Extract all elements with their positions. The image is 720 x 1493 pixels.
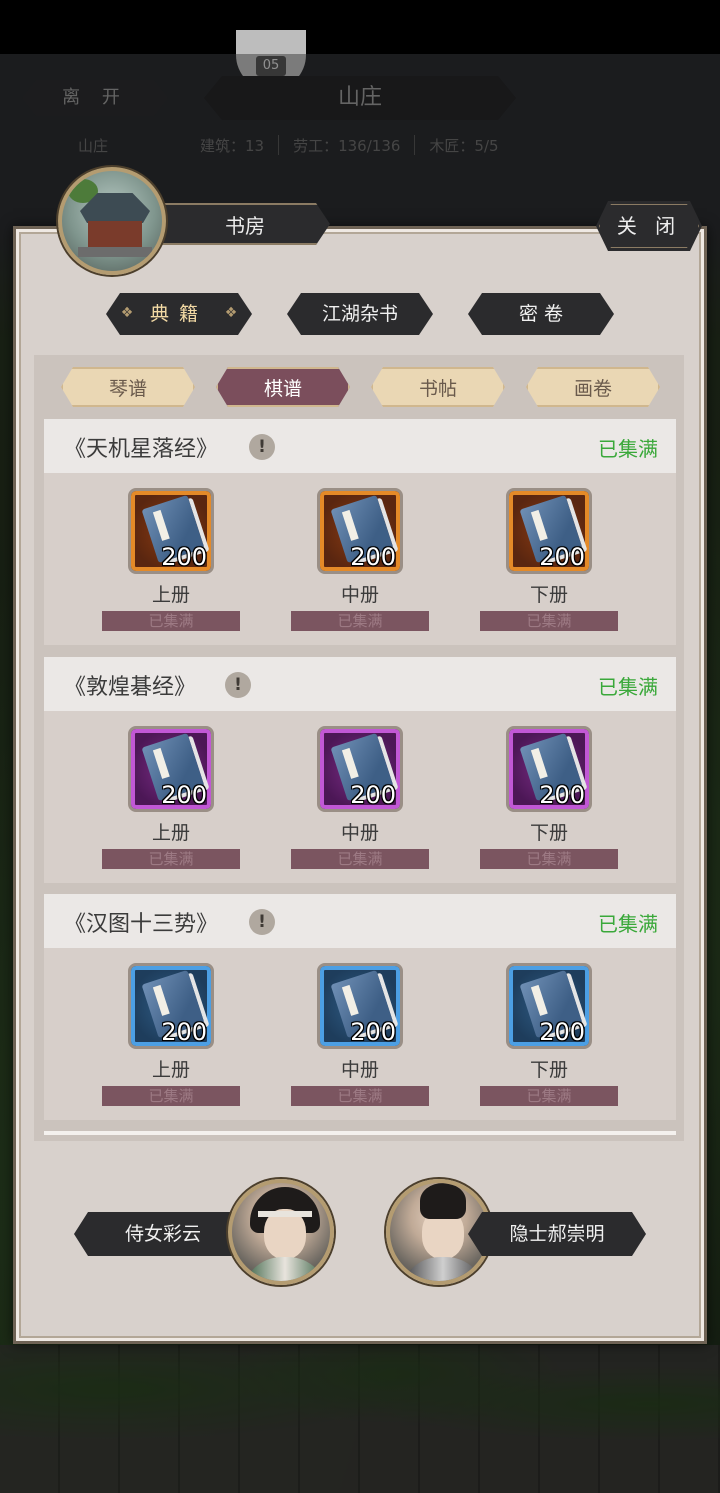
item-count: 200 — [161, 543, 207, 571]
volume-item[interactable]: 200 上册 已集满 — [102, 488, 240, 633]
book-icon: 200 — [506, 963, 592, 1049]
subtab-calligraphy[interactable]: 书帖 — [371, 367, 505, 407]
item-count: 200 — [539, 781, 585, 809]
volume-item[interactable]: 200 下册 已集满 — [480, 963, 618, 1108]
book-name: 《敦煌碁经》 — [64, 675, 197, 700]
book-name: 《汉图十三势》 — [64, 912, 219, 937]
tab-classics[interactable]: ❖ 典籍 ❖ — [106, 293, 252, 335]
volume-item[interactable]: 200 上册 已集满 — [102, 963, 240, 1108]
info-icon[interactable]: ! — [249, 909, 275, 935]
item-count: 200 — [350, 543, 396, 571]
volume-state: 已集满 — [480, 611, 618, 631]
volume-state: 已集满 — [291, 611, 429, 631]
volume-state: 已集满 — [102, 1086, 240, 1106]
study-room-icon — [58, 167, 166, 275]
volume-state: 已集满 — [291, 1086, 429, 1106]
item-count: 200 — [539, 543, 585, 571]
status-bar-area — [0, 0, 720, 54]
close-button[interactable]: 关 闭 — [596, 201, 702, 251]
info-icon[interactable]: ! — [225, 672, 251, 698]
tab-jianghu-books[interactable]: 江湖杂书 — [287, 293, 433, 335]
item-count: 200 — [539, 1018, 585, 1046]
item-count: 200 — [161, 1018, 207, 1046]
volume-label: 上册 — [151, 822, 190, 844]
book-name: 《天机星落经》 — [64, 437, 219, 462]
book-icon: 200 — [128, 488, 214, 574]
subtab-chess-manuals[interactable]: 棋谱 — [216, 367, 350, 407]
item-count: 200 — [350, 781, 396, 809]
tab-secret-scrolls[interactable]: 密 卷 — [468, 293, 614, 335]
subtab-paintings[interactable]: 画卷 — [526, 367, 660, 407]
volume-item[interactable]: 200 下册 已集满 — [480, 726, 618, 871]
character-name-plate[interactable]: 侍女彩云 — [74, 1212, 252, 1256]
volume-label: 中册 — [340, 822, 379, 844]
book-section: 《敦煌碁经》 ! 已集满 200 上册 已集满 200 中册 已集满 200 下… — [44, 657, 676, 883]
book-status: 已集满 — [598, 437, 658, 461]
volume-state: 已集满 — [291, 849, 429, 869]
volume-label: 上册 — [151, 584, 190, 606]
character-name-plate[interactable]: 隐士郝崇明 — [468, 1212, 646, 1256]
info-icon[interactable]: ! — [249, 434, 275, 460]
volume-label: 上册 — [151, 1059, 190, 1081]
volume-label: 中册 — [340, 584, 379, 606]
volume-state: 已集满 — [480, 849, 618, 869]
book-status: 已集满 — [598, 675, 658, 699]
book-section: 《天机星落经》 ! 已集满 200 上册 已集满 200 中册 已集满 200 … — [44, 419, 676, 645]
book-icon: 200 — [128, 963, 214, 1049]
book-header: 《天机星落经》 ! 已集满 — [44, 419, 676, 473]
volume-label: 下册 — [529, 822, 568, 844]
volume-item[interactable]: 200 中册 已集满 — [291, 963, 429, 1108]
volume-label: 下册 — [529, 1059, 568, 1081]
book-icon: 200 — [506, 726, 592, 812]
ornament-icon: ❖ — [120, 305, 134, 321]
volume-item[interactable]: 200 中册 已集满 — [291, 726, 429, 871]
book-icon: 200 — [506, 488, 592, 574]
volume-label: 下册 — [529, 584, 568, 606]
volume-item[interactable]: 200 上册 已集满 — [102, 726, 240, 871]
volume-state: 已集满 — [102, 849, 240, 869]
book-icon: 200 — [317, 488, 403, 574]
book-icon: 200 — [317, 726, 403, 812]
ornament-icon: ❖ — [224, 305, 238, 321]
volume-state: 已集满 — [102, 611, 240, 631]
maid-caiyun-portrait[interactable] — [228, 1179, 334, 1285]
book-section: 《汉图十三势》 ! 已集满 200 上册 已集满 200 中册 已集满 200 … — [44, 894, 676, 1120]
volume-item[interactable]: 200 中册 已集满 — [291, 488, 429, 633]
book-icon: 200 — [128, 726, 214, 812]
book-status: 已集满 — [598, 912, 658, 936]
item-count: 200 — [350, 1018, 396, 1046]
volume-label: 中册 — [340, 1059, 379, 1081]
item-count: 200 — [161, 781, 207, 809]
book-header: 《汉图十三势》 ! 已集满 — [44, 894, 676, 948]
book-icon: 200 — [317, 963, 403, 1049]
volume-state: 已集满 — [480, 1086, 618, 1106]
tab-label: 典籍 — [149, 303, 208, 325]
volume-item[interactable]: 200 下册 已集满 — [480, 488, 618, 633]
room-title: 书房 — [150, 203, 330, 245]
subtab-music-scores[interactable]: 琴谱 — [61, 367, 195, 407]
list-end-divider — [44, 1131, 676, 1135]
book-header: 《敦煌碁经》 ! 已集满 — [44, 657, 676, 711]
